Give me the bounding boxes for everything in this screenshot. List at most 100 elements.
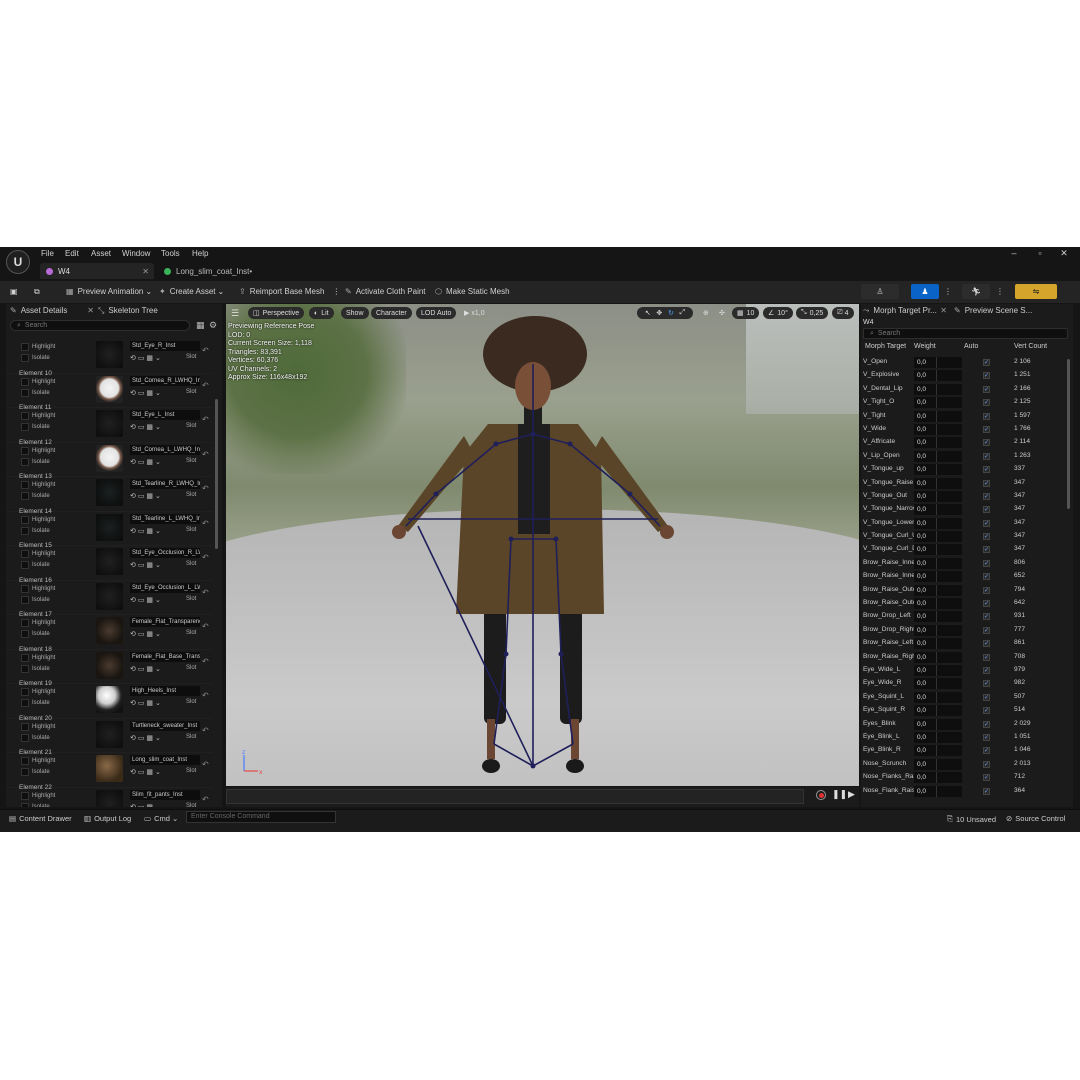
chevron-down-icon[interactable]: ⌄ bbox=[155, 424, 161, 431]
use-selected-icon[interactable]: ⟲ bbox=[130, 700, 136, 707]
weight-field[interactable]: 0,0 bbox=[914, 397, 962, 409]
weight-field[interactable]: 0,0 bbox=[914, 678, 962, 690]
weight-field[interactable]: 0,0 bbox=[914, 758, 962, 770]
character-button[interactable]: Character bbox=[371, 307, 412, 319]
cloth-paint-button[interactable]: ✎ Activate Cloth Paint bbox=[345, 284, 426, 299]
weight-field[interactable]: 0,0 bbox=[914, 383, 962, 395]
weight-field[interactable]: 0,0 bbox=[914, 464, 962, 476]
browse-icon[interactable]: ▭ bbox=[138, 700, 145, 707]
tab-w4[interactable]: W4 ✕ bbox=[40, 263, 154, 279]
use-selected-icon[interactable]: ⟲ bbox=[130, 424, 136, 431]
isolate-checkbox[interactable] bbox=[21, 768, 29, 776]
header-weight[interactable]: Weight bbox=[914, 343, 936, 350]
next-frame-icon[interactable]: ▶ bbox=[848, 789, 855, 800]
auto-checkbox[interactable]: ✓ bbox=[983, 733, 990, 741]
material-thumbnail[interactable] bbox=[96, 548, 123, 575]
tab-preview-scene[interactable]: ✎ Preview Scene S... bbox=[954, 304, 1044, 317]
material-thumbnail[interactable] bbox=[96, 513, 123, 541]
isolate-checkbox[interactable] bbox=[21, 561, 29, 569]
weight-field[interactable]: 0,0 bbox=[914, 584, 962, 596]
auto-checkbox[interactable]: ✓ bbox=[983, 399, 990, 407]
browse-icon[interactable]: ▭ bbox=[138, 424, 145, 431]
lit-button[interactable]: ◐ Lit bbox=[309, 307, 334, 319]
header-auto[interactable]: Auto bbox=[964, 343, 978, 350]
highlight-checkbox[interactable] bbox=[21, 550, 29, 558]
auto-checkbox[interactable]: ✓ bbox=[983, 573, 990, 581]
grid-view-icon[interactable]: ▦ bbox=[196, 320, 205, 331]
menu-help[interactable]: Help bbox=[192, 249, 208, 258]
chevron-down-icon[interactable]: ⌄ bbox=[155, 769, 161, 776]
auto-checkbox[interactable]: ✓ bbox=[983, 680, 990, 688]
viewport[interactable]: ☰ ◫ Perspective ◐ Lit Show Character LOD… bbox=[226, 304, 859, 786]
content-drawer-button[interactable]: ▤ Content Drawer bbox=[9, 814, 72, 823]
menu-tools[interactable]: Tools bbox=[161, 249, 180, 258]
isolate-checkbox[interactable] bbox=[21, 802, 29, 807]
highlight-option[interactable]: Highlight bbox=[21, 757, 55, 765]
isolate-checkbox[interactable] bbox=[21, 423, 29, 431]
use-selected-icon[interactable]: ⟲ bbox=[130, 597, 136, 604]
auto-checkbox[interactable]: ✓ bbox=[983, 720, 990, 728]
highlight-option[interactable]: Highlight bbox=[21, 481, 55, 489]
weight-field[interactable]: 0,0 bbox=[914, 611, 962, 623]
tab-long-slim-coat[interactable]: Long_slim_coat_Inst• bbox=[158, 263, 258, 279]
auto-checkbox[interactable]: ✓ bbox=[983, 760, 990, 768]
isolate-option[interactable]: Isolate bbox=[21, 354, 50, 362]
material-name[interactable]: Long_slim_coat_Inst bbox=[130, 755, 200, 765]
reset-arrow-icon[interactable]: ↶ bbox=[202, 346, 209, 355]
checker-icon[interactable]: ▦ bbox=[146, 528, 153, 535]
browse-icon[interactable]: ▭ bbox=[138, 493, 145, 500]
material-name[interactable]: High_Heels_Inst bbox=[130, 686, 200, 696]
material-thumbnail[interactable] bbox=[96, 651, 123, 679]
material-name[interactable]: Std_Cornea_R_LWHQ_Inst bbox=[130, 375, 200, 386]
weight-field[interactable]: 0,0 bbox=[914, 664, 962, 676]
highlight-option[interactable]: Highlight bbox=[21, 688, 55, 696]
auto-checkbox[interactable]: ✓ bbox=[983, 439, 990, 447]
reset-arrow-icon[interactable]: ↶ bbox=[202, 795, 209, 804]
material-thumbnail[interactable] bbox=[96, 479, 123, 506]
surface-snap-icon[interactable]: ✣ bbox=[714, 307, 730, 319]
browse-icon[interactable]: ▭ bbox=[138, 562, 145, 569]
use-selected-icon[interactable]: ⟲ bbox=[130, 804, 136, 808]
menu-edit[interactable]: Edit bbox=[65, 249, 79, 258]
chevron-down-icon[interactable]: ⌄ bbox=[155, 804, 161, 808]
animation-mode-button[interactable]: 🏃︎ bbox=[962, 284, 990, 299]
material-thumbnail[interactable] bbox=[96, 410, 123, 437]
browse-icon[interactable]: ⧉ bbox=[34, 284, 40, 299]
close-tab-icon[interactable]: ✕ bbox=[142, 267, 149, 276]
auto-checkbox[interactable]: ✓ bbox=[983, 774, 990, 782]
highlight-option[interactable]: Highlight bbox=[21, 653, 55, 662]
scale-snap-button[interactable]: ⤡ 0,25 bbox=[796, 307, 829, 319]
auto-checkbox[interactable]: ✓ bbox=[983, 707, 990, 715]
isolate-checkbox[interactable] bbox=[21, 354, 29, 362]
auto-checkbox[interactable]: ✓ bbox=[983, 693, 990, 701]
material-thumbnail[interactable] bbox=[96, 720, 123, 748]
menu-asset[interactable]: Asset bbox=[91, 249, 111, 258]
chevron-down-icon[interactable]: ⌄ bbox=[155, 355, 161, 362]
isolate-option[interactable]: Isolate bbox=[21, 423, 50, 431]
hamburger-menu-icon[interactable]: ☰ bbox=[231, 308, 239, 319]
isolate-checkbox[interactable] bbox=[21, 664, 29, 673]
weight-field[interactable]: 0,0 bbox=[914, 477, 962, 489]
material-thumbnail[interactable] bbox=[96, 341, 123, 368]
auto-checkbox[interactable]: ✓ bbox=[983, 372, 990, 380]
scrollbar[interactable] bbox=[1067, 359, 1070, 509]
rotate-icon[interactable]: ↻ bbox=[668, 309, 674, 317]
chevron-down-icon[interactable]: ⌄ bbox=[155, 562, 161, 569]
more-options-icon[interactable]: ⋮ bbox=[332, 287, 340, 296]
weight-field[interactable]: 0,0 bbox=[914, 705, 962, 717]
weight-field[interactable]: 0,0 bbox=[914, 490, 962, 502]
reimport-button[interactable]: ⇪ Reimport Base Mesh ⋮ bbox=[239, 284, 340, 299]
material-name[interactable]: Std_Cornea_L_LWHQ_Inst bbox=[130, 444, 200, 455]
reset-arrow-icon[interactable]: ↶ bbox=[202, 622, 209, 631]
create-asset-button[interactable]: ✦ Create Asset ⌄ bbox=[159, 284, 224, 299]
auto-checkbox[interactable]: ✓ bbox=[983, 600, 990, 608]
source-control-button[interactable]: ⊘ Source Control bbox=[1006, 814, 1065, 823]
isolate-checkbox[interactable] bbox=[21, 699, 29, 707]
pause-icon[interactable]: ❚❚ bbox=[832, 789, 847, 800]
reset-arrow-icon[interactable]: ↶ bbox=[202, 553, 209, 562]
tab-morph-target[interactable]: ⤳ Morph Target Pr... ✕ bbox=[863, 304, 947, 317]
browse-icon[interactable]: ▭ bbox=[138, 597, 145, 604]
details-search-input[interactable]: ⌕ Search bbox=[10, 320, 190, 331]
browse-icon[interactable]: ▭ bbox=[138, 631, 145, 638]
isolate-option[interactable]: Isolate bbox=[21, 388, 50, 397]
